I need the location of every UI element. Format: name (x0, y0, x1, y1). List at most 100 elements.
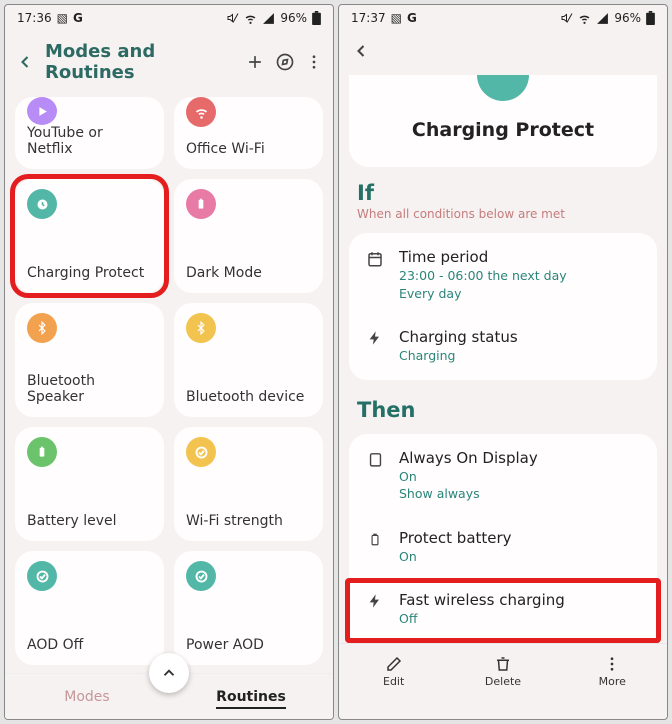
item-title: Time period (399, 248, 641, 266)
discover-icon[interactable] (275, 52, 295, 72)
routine-card-charging-protect[interactable]: Charging Protect (15, 179, 164, 293)
section-then: Then (339, 398, 667, 434)
item-title: Charging status (399, 328, 641, 346)
action-label: Delete (485, 675, 521, 688)
item-sub: 23:00 - 06:00 the next day (399, 267, 641, 285)
header (339, 31, 667, 71)
if-heading: If (357, 181, 649, 205)
battery-pct: 96% (614, 11, 641, 25)
tab-routines[interactable]: Routines (169, 689, 333, 705)
item-sub: On (399, 548, 641, 566)
bluetooth-icon (27, 313, 57, 343)
battery-icon (27, 437, 57, 467)
more-icon (603, 655, 621, 673)
notif-google-icon: G (407, 11, 417, 25)
bolt-icon (365, 330, 385, 346)
wifi-icon (244, 12, 257, 25)
status-time: 17:36 (17, 11, 52, 25)
check-icon (186, 561, 216, 591)
more-icon[interactable] (305, 53, 323, 71)
action-edit[interactable]: Edit (339, 644, 448, 699)
routine-card[interactable]: Power AOD (174, 551, 323, 665)
routine-card[interactable]: Bluetooth Speaker (15, 303, 164, 417)
routine-label: Power AOD (186, 637, 311, 653)
routine-card[interactable]: Dark Mode (174, 179, 323, 293)
tab-modes[interactable]: Modes (5, 689, 169, 705)
hero-icon (477, 75, 529, 101)
item-title: Always On Display (399, 449, 641, 467)
routine-hero: Charging Protect (349, 75, 657, 167)
chevron-up-fab[interactable] (149, 653, 189, 693)
routine-card[interactable]: Office Wi-Fi (174, 97, 323, 169)
if-list: Time period 23:00 - 06:00 the next day E… (349, 233, 657, 380)
battery-pct: 96% (280, 11, 307, 25)
status-left: 17:36 ▧ G (17, 11, 83, 25)
edit-icon (385, 655, 403, 673)
item-sub: Every day (399, 285, 641, 303)
notif-google-icon: G (73, 11, 83, 25)
then-list: Always On Display On Show always Protect… (349, 434, 657, 643)
square-icon (365, 451, 385, 468)
if-item-time-period[interactable]: Time period 23:00 - 06:00 the next day E… (349, 235, 657, 315)
then-item-protect-battery[interactable]: Protect battery On (349, 516, 657, 579)
action-label: Edit (383, 675, 404, 688)
status-right: 96% (227, 11, 321, 25)
notif-image-icon: ▧ (57, 11, 68, 25)
wifi-icon (578, 12, 591, 25)
then-heading: Then (357, 398, 649, 422)
if-subheading: When all conditions below are met (357, 207, 649, 221)
status-left: 17:37 ▧ G (351, 11, 417, 25)
check-icon (27, 561, 57, 591)
battery-icon (646, 11, 655, 25)
page-title: Modes and Routines (45, 41, 235, 83)
bottom-actions: Edit Delete More (339, 643, 667, 699)
mute-icon (227, 12, 239, 24)
item-sub: Charging (399, 347, 641, 365)
battery-icon (365, 531, 385, 548)
routine-label: YouTube or Netflix (27, 125, 152, 157)
play-icon (27, 97, 57, 125)
phone-left: 17:36 ▧ G 96% Modes and Routines (4, 4, 334, 720)
routine-label: AOD Off (27, 637, 152, 653)
status-right: 96% (561, 11, 655, 25)
routine-label: Office Wi-Fi (186, 141, 311, 157)
status-time: 17:37 (351, 11, 386, 25)
routine-label: Bluetooth device (186, 389, 311, 405)
status-bar: 17:36 ▧ G 96% (5, 5, 333, 31)
routine-card[interactable]: Wi-Fi strength (174, 427, 323, 541)
if-item-charging-status[interactable]: Charging status Charging (349, 315, 657, 378)
action-more[interactable]: More (558, 644, 667, 699)
then-item-fast-wireless[interactable]: Fast wireless charging Off (349, 578, 657, 641)
delete-icon (494, 655, 512, 673)
bolt-icon (365, 593, 385, 609)
routine-label: Battery level (27, 513, 152, 529)
section-if: If When all conditions below are met (339, 181, 667, 233)
signal-icon (262, 12, 275, 25)
phone-right: 17:37 ▧ G 96% Charging Protect (338, 4, 668, 720)
routine-label: Wi-Fi strength (186, 513, 311, 529)
routine-card[interactable]: YouTube or Netflix (15, 97, 164, 169)
battery-icon (312, 11, 321, 25)
routine-label: Dark Mode (186, 265, 311, 281)
back-icon[interactable] (351, 41, 371, 61)
calendar-icon (365, 250, 385, 268)
hero-title: Charging Protect (412, 119, 594, 141)
action-label: More (599, 675, 626, 688)
clock-icon (27, 189, 57, 219)
add-icon[interactable] (245, 52, 265, 72)
routine-card[interactable]: Bluetooth device (174, 303, 323, 417)
routine-card[interactable]: AOD Off (15, 551, 164, 665)
wifi-icon (186, 97, 216, 127)
routine-card[interactable]: Battery level (15, 427, 164, 541)
back-icon[interactable] (15, 52, 35, 72)
action-delete[interactable]: Delete (448, 644, 557, 699)
check-icon (186, 437, 216, 467)
item-title: Fast wireless charging (399, 591, 641, 609)
routine-label: Bluetooth Speaker (27, 373, 152, 405)
notif-image-icon: ▧ (391, 11, 402, 25)
item-sub: On (399, 468, 641, 486)
item-title: Protect battery (399, 529, 641, 547)
item-sub: Show always (399, 485, 641, 503)
routine-label: Charging Protect (27, 265, 152, 281)
then-item-aod[interactable]: Always On Display On Show always (349, 436, 657, 516)
